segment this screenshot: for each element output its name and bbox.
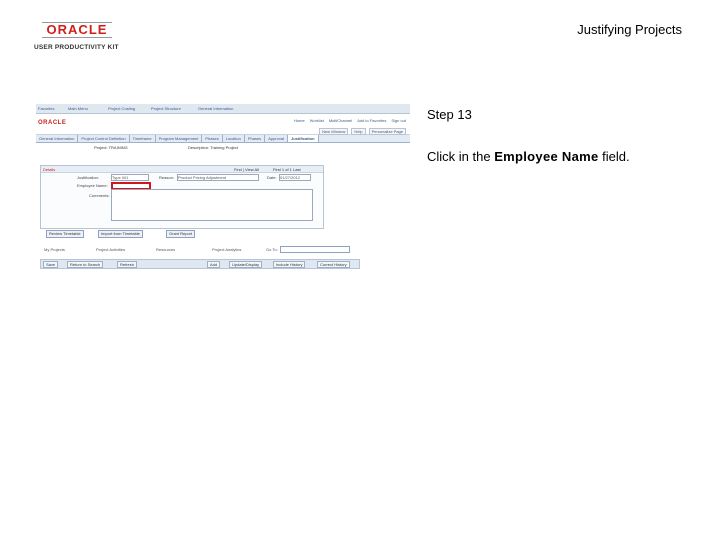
nav-item[interactable]: General Information: [198, 106, 233, 111]
project-activities-link[interactable]: Project Activities: [96, 247, 125, 252]
instruction-prefix: Click in the: [427, 149, 495, 164]
panel-title: Details: [43, 167, 56, 172]
comments-textarea[interactable]: [111, 189, 313, 221]
logo-wordmark: ORACLE: [42, 22, 112, 38]
date-input[interactable]: 01/27/2012: [279, 174, 311, 181]
nav-item[interactable]: Main Menu: [68, 106, 88, 111]
reason-label: Reason:: [159, 175, 174, 180]
app-brand: ORACLE: [38, 120, 67, 126]
step-label: Step 13: [427, 107, 472, 122]
step-instruction: Click in the Employee Name field.: [427, 149, 630, 164]
worklist-link[interactable]: Worklist: [310, 118, 324, 123]
justification-input[interactable]: Type 001: [111, 174, 149, 181]
add-favorites-link[interactable]: Add to Favorites: [357, 118, 386, 123]
tab-approval[interactable]: Approval: [265, 135, 288, 142]
find-view-all-link[interactable]: Find | View All: [234, 167, 259, 172]
app-header: ORACLE Home Worklist MultiChannel Add to…: [36, 114, 410, 135]
refresh-button[interactable]: Refresh: [117, 261, 138, 268]
instruction-target: Employee Name: [494, 149, 599, 164]
tab-project-control[interactable]: Project Control Definition: [78, 135, 130, 142]
row-pager[interactable]: First 1 of 1 Last: [273, 167, 301, 172]
header-links: Home Worklist MultiChannel Add to Favori…: [294, 118, 406, 123]
tab-phases[interactable]: Phases: [202, 135, 223, 142]
panel-header: Details Find | View All First 1 of 1 Las…: [41, 166, 323, 173]
bottom-toolbar: Save Return to Search Refresh Add Update…: [40, 259, 360, 269]
personalize-link[interactable]: Personalize Page: [368, 128, 406, 135]
sign-out-link[interactable]: Sign out: [391, 118, 406, 123]
home-link[interactable]: Home: [294, 118, 305, 123]
tab-location[interactable]: Location: [223, 135, 245, 142]
multichannel-link[interactable]: MultiChannel: [329, 118, 352, 123]
save-button[interactable]: Save: [43, 261, 59, 268]
tab-phases-2[interactable]: Phases: [245, 135, 266, 142]
include-history-button[interactable]: Include History: [273, 261, 306, 268]
project-analytics-link[interactable]: Project Analytics: [212, 247, 241, 252]
tab-justification[interactable]: Justification: [287, 135, 319, 142]
page-tabs: General Information Project Control Defi…: [36, 135, 410, 143]
update-display-button[interactable]: Update/Display: [229, 261, 263, 268]
comments-label: Comments:: [89, 193, 110, 198]
breadcrumb-nav: Favorites Main Menu Project Costing Proj…: [36, 104, 410, 114]
goto-select[interactable]: [280, 246, 350, 253]
date-label: Date:: [267, 175, 277, 180]
tab-timeframe[interactable]: Timeframe: [130, 135, 156, 142]
instruction-suffix: field.: [598, 149, 630, 164]
document-title: Justifying Projects: [577, 22, 682, 37]
review-timetable-button[interactable]: Review Timetable: [46, 230, 84, 238]
tab-general-information[interactable]: General Information: [36, 135, 79, 142]
return-to-search-button[interactable]: Return to Search: [67, 261, 104, 268]
page-toolbar: New Window Help Personalize Page: [319, 128, 406, 135]
correct-history-button[interactable]: Correct History: [317, 261, 350, 268]
project-description: Description: Training Project: [188, 145, 239, 150]
add-button[interactable]: Add: [207, 261, 221, 268]
my-projects-link[interactable]: My Projects: [44, 247, 65, 252]
goto-label: Go To:: [266, 247, 278, 252]
details-panel: Details Find | View All First 1 of 1 Las…: [40, 165, 324, 229]
oracle-upk-logo: ORACLE USER PRODUCTIVITY KIT: [34, 22, 126, 51]
import-timetable-button[interactable]: Import from Timetable: [98, 230, 143, 238]
employee-name-label: Employee Name:: [77, 183, 108, 188]
help-link[interactable]: Help: [351, 128, 366, 135]
nav-item[interactable]: Project Structure: [151, 106, 181, 111]
logo-subtitle: USER PRODUCTIVITY KIT: [34, 44, 119, 51]
justification-label: Justification:: [77, 175, 100, 180]
new-window-link[interactable]: New Window: [319, 128, 349, 135]
resources-link[interactable]: Resources: [156, 247, 175, 252]
reason-input[interactable]: Product Pricing Adjustment: [177, 174, 259, 181]
project-label: Project: TRAINING: [94, 145, 128, 150]
grant-report-button[interactable]: Grant Report: [166, 230, 196, 238]
tab-program-management[interactable]: Program Management: [156, 135, 203, 142]
nav-item[interactable]: Project Costing: [108, 106, 135, 111]
application-screenshot: Favorites Main Menu Project Costing Proj…: [36, 104, 410, 270]
project-header: Project: TRAINING Description: Training …: [36, 143, 410, 151]
nav-item[interactable]: Favorites: [38, 106, 54, 111]
